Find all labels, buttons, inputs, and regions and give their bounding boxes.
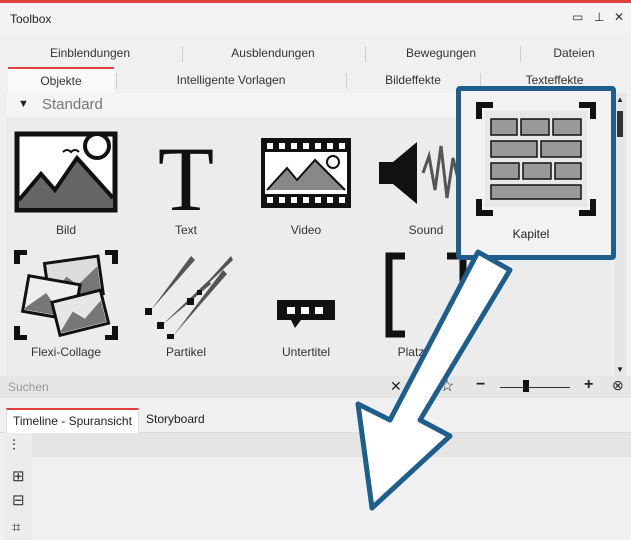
object-label: Partikel [165, 345, 206, 359]
object-flexi-collage[interactable]: Flexi-Collage [6, 250, 126, 362]
tab-ausblendungen[interactable]: Ausblendungen [183, 40, 363, 66]
object-label: Platzhalter [397, 345, 455, 359]
add-track-icon[interactable]: ⊞ [12, 467, 25, 485]
collage-icon [14, 250, 118, 340]
object-label: Bild [55, 223, 76, 237]
waveform-icon[interactable]: ⫶ [12, 437, 16, 454]
film-icon [261, 138, 351, 208]
particle-icon [145, 256, 233, 339]
tab-einblendungen[interactable]: Einblendungen [0, 40, 180, 66]
kapitel-label: Kapitel [512, 227, 550, 241]
object-partikel[interactable]: Partikel [126, 250, 246, 362]
title-bar: Toolbox ▭ ⊥ ✕ [0, 3, 631, 33]
chapter-icon [476, 102, 596, 216]
bottom-tab-bar: Timeline - Spuransicht Storyboard [0, 404, 631, 434]
group-label: Standard [42, 96, 103, 113]
zoom-reset-icon[interactable]: ⊗ [612, 377, 624, 394]
close-button[interactable]: ✕ [614, 10, 624, 24]
tab-bewegungen[interactable]: Bewegungen [366, 40, 516, 66]
object-text[interactable]: T Text [126, 128, 246, 240]
zoom-slider-thumb[interactable] [523, 380, 529, 392]
svg-text:T: T [158, 128, 214, 218]
window-title: Toolbox [10, 12, 52, 26]
object-bild[interactable]: Bild [6, 128, 126, 240]
timeline-ruler[interactable] [32, 433, 631, 457]
search-bar: Suchen ✕ ☆ − + ⊗ [0, 376, 631, 398]
object-video[interactable]: Video [246, 128, 366, 240]
remove-track-icon[interactable]: ⊟ [12, 491, 25, 509]
tab-divider [346, 73, 347, 89]
timeline-tool-strip: ⫶ ⊞ ⊟ ⌗ [5, 433, 31, 540]
object-label: Video [290, 223, 322, 237]
tab-timeline[interactable]: Timeline - Spuransicht [6, 408, 139, 434]
scroll-down-icon[interactable]: ▼ [616, 365, 624, 374]
picture-icon [14, 131, 118, 213]
object-label: Flexi-Collage [30, 345, 102, 359]
zoom-out-icon[interactable]: − [476, 376, 485, 394]
tab-storyboard[interactable]: Storyboard [140, 408, 211, 432]
zoom-in-icon[interactable]: + [584, 376, 593, 394]
collapse-triangle-icon[interactable]: ▼ [18, 98, 29, 110]
pin-button[interactable]: ⊥ [594, 10, 604, 24]
tab-divider [116, 73, 117, 89]
restore-button[interactable]: ▭ [572, 10, 583, 24]
timeline-area: ⫶ ⊞ ⊟ ⌗ [0, 433, 631, 540]
clear-search-icon[interactable]: ✕ [390, 378, 402, 395]
object-untertitel[interactable]: Untertitel [246, 250, 366, 362]
tab-intelligente-vorlagen[interactable]: Intelligente Vorlagen [118, 67, 344, 93]
placeholder-icon [385, 252, 467, 338]
zoom-slider-track[interactable] [500, 387, 570, 388]
object-label: Untertitel [281, 345, 331, 359]
favorite-star-icon[interactable]: ☆ [440, 376, 454, 396]
subtitle-icon [277, 300, 335, 328]
text-icon: T [158, 128, 214, 218]
object-platzhalter[interactable]: Platzhalter [366, 250, 486, 362]
fit-icon[interactable]: ⌗ [12, 519, 20, 536]
scroll-thumb[interactable] [617, 111, 623, 137]
tab-dateien[interactable]: Dateien [521, 40, 627, 66]
search-input[interactable]: Suchen [8, 380, 49, 394]
scroll-up-icon[interactable]: ▲ [616, 95, 624, 104]
tab-row-top: Einblendungen Ausblendungen Bewegungen D… [0, 40, 631, 66]
tab-objekte[interactable]: Objekte [8, 67, 114, 93]
object-label: Text [174, 223, 197, 237]
highlight-frame: Kapitel [456, 86, 616, 260]
